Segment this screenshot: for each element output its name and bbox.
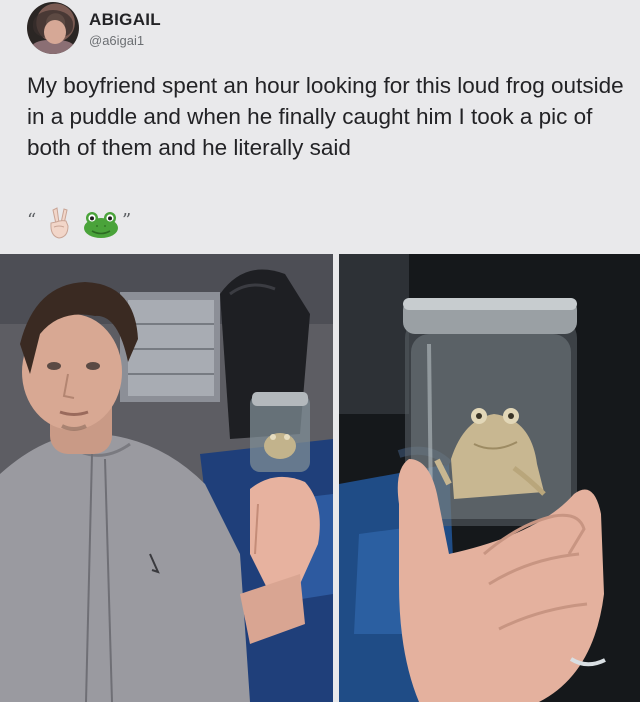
frog-face-icon xyxy=(84,212,118,238)
close-quote: ” xyxy=(122,210,132,231)
open-quote: “ xyxy=(27,210,37,231)
author-name[interactable]: ABIGAIL xyxy=(89,10,161,30)
tweet-header: ABIGAIL @a6igai1 xyxy=(27,2,627,58)
victory-hand-icon xyxy=(50,207,69,239)
emoji-quote: “ ” xyxy=(27,206,227,242)
avatar[interactable] xyxy=(27,2,79,54)
man-holding-frog-jar-photo[interactable] xyxy=(0,254,333,702)
tweet-text: My boyfriend spent an hour looking for t… xyxy=(27,73,624,160)
frog-jar-closeup-photo[interactable] xyxy=(339,254,640,702)
author-handle[interactable]: @a6igai1 xyxy=(89,33,144,48)
